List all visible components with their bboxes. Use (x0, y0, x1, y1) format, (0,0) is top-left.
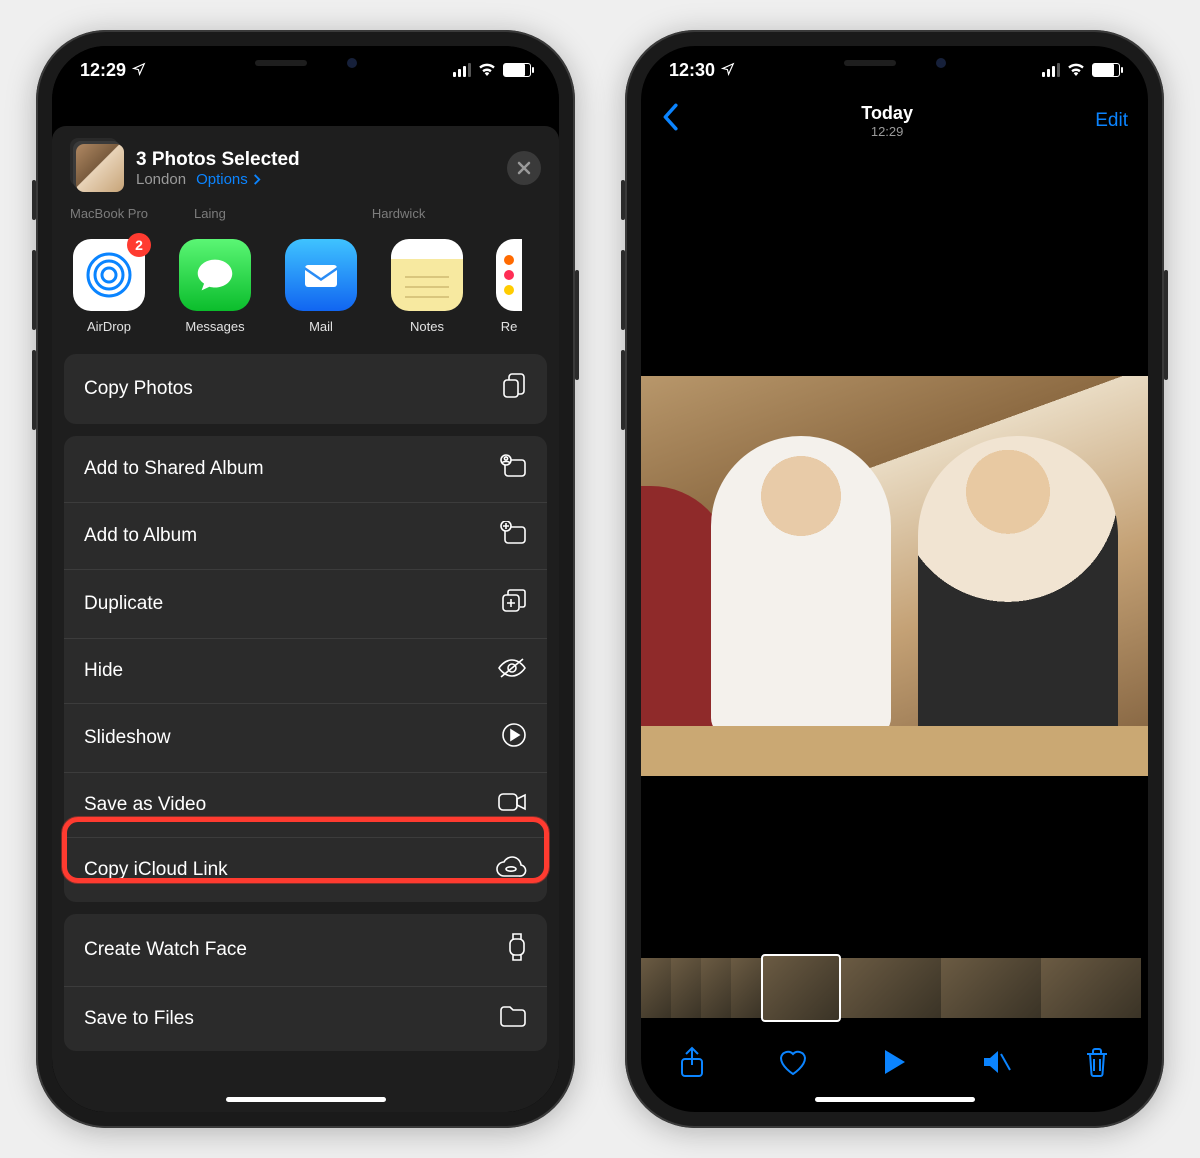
battery-icon (1092, 63, 1120, 77)
status-time: 12:30 (669, 60, 715, 81)
filmstrip-thumb[interactable] (1041, 958, 1141, 1018)
play-circle-icon (501, 722, 527, 754)
action-add-shared-album[interactable]: Add to Shared Album (64, 436, 547, 502)
app-mail[interactable]: Mail (282, 239, 360, 334)
sheet-location: London (136, 171, 186, 188)
delete-button[interactable] (1079, 1044, 1115, 1080)
share-apps-row[interactable]: 2 AirDrop Messages Mail (52, 225, 559, 354)
mail-icon (285, 239, 357, 311)
airdrop-icon: 2 (73, 239, 145, 311)
filmstrip-thumb[interactable] (731, 958, 761, 1018)
notch (191, 46, 421, 80)
battery-icon (503, 63, 531, 77)
filmstrip-thumb[interactable] (701, 958, 731, 1018)
share-actions: Copy Photos Add to Shared Album Add to A… (52, 354, 559, 1051)
app-notes[interactable]: Notes (388, 239, 466, 334)
home-indicator[interactable] (815, 1097, 975, 1102)
wifi-icon (1066, 60, 1086, 81)
cell-signal-icon (453, 63, 471, 77)
filmstrip-thumb[interactable] (841, 958, 941, 1018)
sheet-title: 3 Photos Selected (136, 149, 495, 171)
reminders-icon (496, 239, 522, 311)
action-create-watch-face[interactable]: Create Watch Face (64, 914, 547, 986)
nav-bar: Today 12:29 Edit (641, 94, 1148, 148)
filmstrip-thumb[interactable] (641, 958, 671, 1018)
share-button[interactable] (674, 1044, 710, 1080)
selection-thumbnail (76, 144, 124, 192)
location-arrow-icon (132, 60, 146, 81)
action-save-to-files[interactable]: Save to Files (64, 986, 547, 1051)
video-icon (497, 791, 527, 819)
action-hide[interactable]: Hide (64, 638, 547, 703)
wifi-icon (477, 60, 497, 81)
folder-icon (499, 1005, 527, 1033)
filmstrip-thumb[interactable] (941, 958, 1041, 1018)
edit-button[interactable]: Edit (1095, 110, 1128, 132)
nav-title: Today (861, 103, 913, 124)
options-link[interactable]: Options (196, 171, 261, 188)
photo-viewer[interactable] (641, 376, 1148, 776)
close-button[interactable] (507, 151, 541, 185)
airdrop-targets-row[interactable]: MacBook Pro Laing Hardwick (52, 206, 559, 225)
airdrop-badge: 2 (127, 233, 151, 257)
favorite-button[interactable] (775, 1044, 811, 1080)
status-time: 12:29 (80, 60, 126, 81)
action-copy-photos[interactable]: Copy Photos (64, 354, 547, 424)
cell-signal-icon (1042, 63, 1060, 77)
cloud-link-icon (495, 856, 527, 884)
share-sheet: 3 Photos Selected London Options MacBook… (52, 126, 559, 1112)
hide-icon (497, 657, 527, 685)
duplicate-icon (501, 588, 527, 620)
action-slideshow[interactable]: Slideshow (64, 703, 547, 772)
filmstrip-thumb[interactable] (761, 954, 841, 1022)
filmstrip[interactable] (641, 954, 1148, 1022)
messages-icon (179, 239, 251, 311)
phone-right: 12:30 Today 12:29 Edit (625, 30, 1164, 1128)
app-messages[interactable]: Messages (176, 239, 254, 334)
app-airdrop[interactable]: 2 AirDrop (70, 239, 148, 334)
notes-icon (391, 239, 463, 311)
nav-subtitle: 12:29 (861, 124, 913, 139)
play-button[interactable] (876, 1044, 912, 1080)
location-arrow-icon (721, 60, 735, 81)
phone-left: 12:29 3 Photos Selected Londo (36, 30, 575, 1128)
watch-icon (507, 932, 527, 968)
app-reminders-partial[interactable]: Re (494, 239, 524, 334)
action-duplicate[interactable]: Duplicate (64, 569, 547, 638)
mute-button[interactable] (978, 1044, 1014, 1080)
back-button[interactable] (661, 103, 679, 139)
shared-album-icon (499, 454, 527, 484)
photo-toolbar (641, 1032, 1148, 1092)
filmstrip-thumb[interactable] (671, 958, 701, 1018)
action-copy-icloud-link[interactable]: Copy iCloud Link (64, 837, 547, 902)
action-save-as-video[interactable]: Save as Video (64, 772, 547, 837)
notch (780, 46, 1010, 80)
home-indicator[interactable] (226, 1097, 386, 1102)
add-album-icon (499, 521, 527, 551)
copy-icon (501, 372, 527, 406)
action-add-album[interactable]: Add to Album (64, 502, 547, 569)
